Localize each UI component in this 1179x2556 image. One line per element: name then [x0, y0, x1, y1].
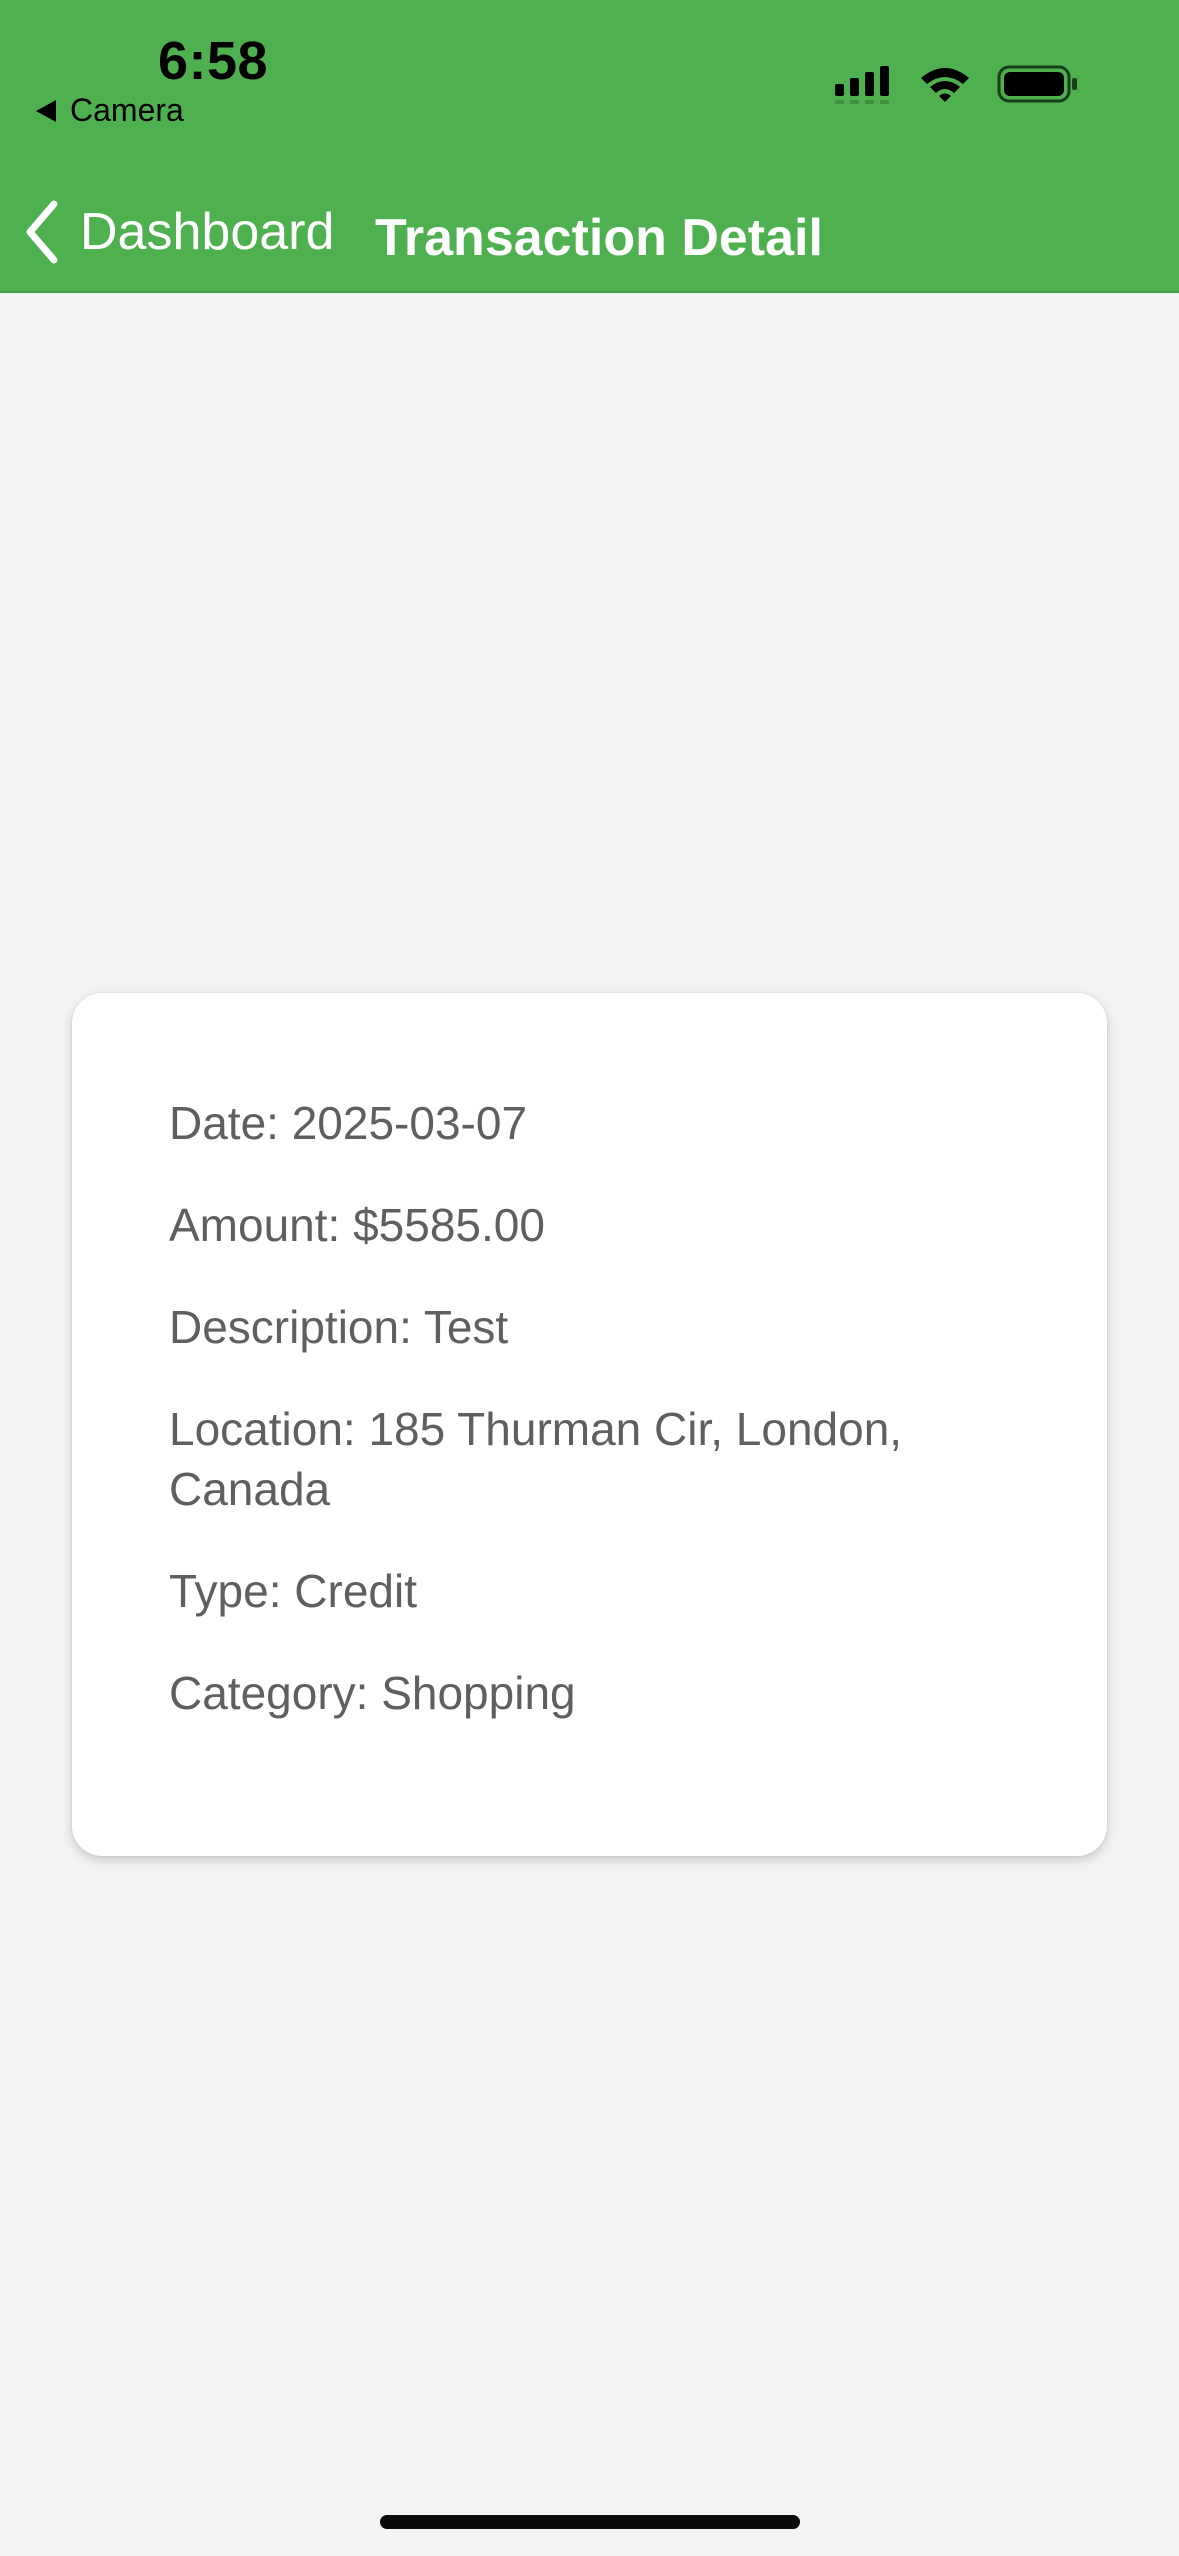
- transaction-category: Category: Shopping: [169, 1667, 576, 1719]
- chevron-left-icon: [26, 200, 58, 264]
- transaction-date: Date: 2025-03-07: [169, 1097, 528, 1149]
- transaction-detail-card: Date: 2025-03-07 Amount: $5585.00 Descri…: [72, 993, 1107, 1856]
- transaction-description: Description: Test: [169, 1301, 509, 1353]
- wifi-icon: [921, 68, 969, 102]
- back-to-camera-button[interactable]: Camera: [36, 92, 184, 129]
- status-time: 6:58: [158, 31, 269, 91]
- page-title: Transaction Detail: [375, 209, 823, 267]
- back-arrow-icon: [36, 99, 56, 122]
- battery-icon: [997, 65, 1077, 103]
- status-icons: [833, 62, 1079, 106]
- app-header: 6:58 Camera Dashboard Transaction Detail: [0, 0, 1179, 293]
- transaction-location: Location: 185 Thurman Cir, London, Canad…: [169, 1403, 903, 1515]
- signal-icon: [835, 66, 889, 104]
- transaction-type: Type: Credit: [169, 1565, 417, 1617]
- transaction-amount: Amount: $5585.00: [169, 1199, 545, 1251]
- back-app-label: Camera: [70, 92, 184, 128]
- back-button[interactable]: Dashboard: [22, 200, 334, 264]
- back-button-label: Dashboard: [80, 203, 335, 261]
- home-indicator[interactable]: [380, 2515, 800, 2529]
- navigation-bar: Dashboard Transaction Detail: [0, 190, 1179, 280]
